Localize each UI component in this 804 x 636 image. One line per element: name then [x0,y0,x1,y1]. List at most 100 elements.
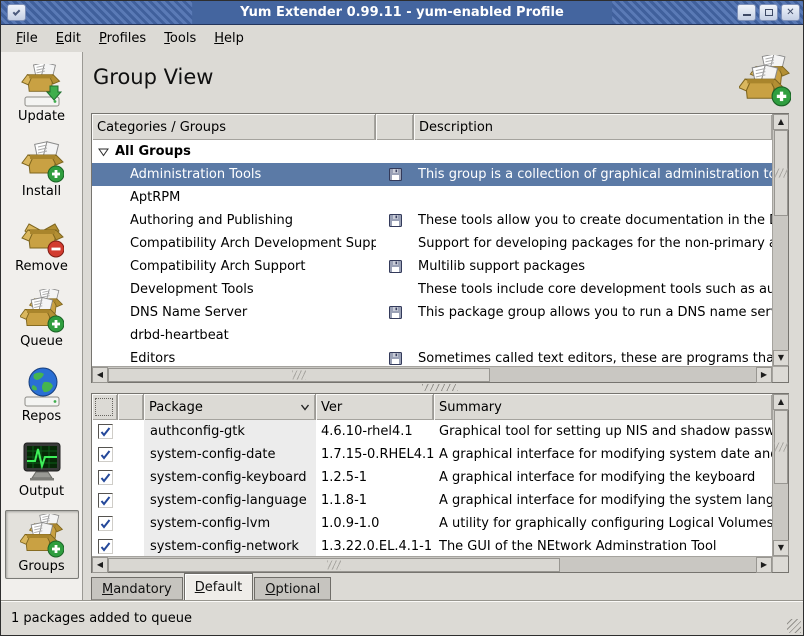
sidebar-item-repos[interactable]: Repos [5,360,79,429]
sidebar-item-queue[interactable]: Queue [5,285,79,354]
check-icon [100,450,111,460]
menu-help[interactable]: Help [205,28,253,49]
minimize-button[interactable] [737,4,756,21]
output-monitor-icon [20,439,64,483]
titlebar[interactable]: Yum Extender 0.99.11 - yum-enabled Profi… [1,1,803,25]
checkbox-checked[interactable] [98,516,113,531]
menu-profiles[interactable]: Profiles [90,28,155,49]
group-row-compat-arch-support[interactable]: Compatibility Arch Support Multilib supp… [92,255,772,278]
scroll-down-icon[interactable]: ▼ [773,350,789,366]
floppy-icon [389,214,402,227]
statusbar: 1 packages added to queue [1,600,803,635]
main-area: Group View Categories / Groups Descripti… [83,52,803,600]
tab-optional[interactable]: Optional [254,577,331,601]
sidebar-item-label: Queue [6,334,78,349]
sidebar-item-groups[interactable]: Groups [5,510,79,579]
package-row-system-config-date[interactable]: system-config-date 1.7.15-0.RHEL4.1 A gr… [92,443,772,466]
group-row-authoring-publishing[interactable]: Authoring and Publishing These tools all… [92,209,772,232]
checkbox-checked[interactable] [98,447,113,462]
scrollbar-thumb[interactable] [108,558,560,572]
column-header-description[interactable]: Description [414,114,772,140]
window-title: Yum Extender 0.99.11 - yum-enabled Profi… [192,1,612,24]
menu-edit[interactable]: Edit [47,28,90,49]
check-icon [100,427,111,437]
column-header-icon[interactable] [376,114,414,140]
package-row-system-config-language[interactable]: system-config-language 1.1.8-1 A graphic… [92,489,772,512]
column-header-package[interactable]: Package [144,394,316,420]
checkbox-checked[interactable] [98,424,113,439]
packages-horizontal-scrollbar[interactable]: ◀ ▶ [92,556,772,572]
column-header-status-icon[interactable] [118,394,144,420]
groups-vertical-scrollbar[interactable]: ▲ ▼ [772,114,788,366]
checkbox-checked[interactable] [98,493,113,508]
pane-resize-handle[interactable] [91,383,789,392]
group-row-editors[interactable]: Editors Sometimes called text editors, t… [92,347,772,366]
check-icon [100,519,111,529]
floppy-icon [389,352,402,365]
menu-tools[interactable]: Tools [155,28,205,49]
grip-icon [422,384,458,391]
group-row-development-tools[interactable]: Development Tools These tools include co… [92,278,772,301]
scrollbar-corner [772,366,788,382]
group-row-dns-name-server[interactable]: DNS Name Server This package group allow… [92,301,772,324]
menu-file[interactable]: File [7,28,47,49]
scroll-up-icon[interactable]: ▲ [773,114,789,130]
checkbox-checked[interactable] [98,470,113,485]
column-header-summary[interactable]: Summary [434,394,772,420]
scrollbar-thumb[interactable] [108,368,490,382]
maximize-icon [765,9,773,16]
group-view-header-icon [739,55,791,107]
scrollbar-thumb[interactable] [774,410,788,484]
column-header-ver[interactable]: Ver [316,394,434,420]
sidebar-item-install[interactable]: Install [5,135,79,204]
expander-open-icon[interactable] [98,147,109,157]
sidebar-item-label: Repos [6,409,78,424]
groups-table-rows: All Groups Administration Tools This gro… [92,140,772,366]
scroll-up-icon[interactable]: ▲ [773,394,789,410]
group-row-aptrpm[interactable]: AptRPM [92,186,772,209]
sidebar-item-update[interactable]: Update [5,60,79,129]
close-button[interactable]: ✕ [781,4,800,21]
scroll-right-icon[interactable]: ▶ [756,367,772,383]
install-box-icon [20,139,64,183]
groups-horizontal-scrollbar[interactable]: ◀ ▶ [92,366,772,382]
tab-mandatory[interactable]: Mandatory [91,577,183,601]
packages-vertical-scrollbar[interactable]: ▲ ▼ [772,394,788,556]
groups-table: Categories / Groups Description All Grou… [91,113,789,383]
group-row-drbd-heartbeat[interactable]: drbd-heartbeat [92,324,772,347]
checkbox-checked[interactable] [98,539,113,554]
sidebar: Update Install Remove [1,52,83,600]
package-row-authconfig-gtk[interactable]: authconfig-gtk 4.6.10-rhel4.1 Graphical … [92,420,772,443]
chevron-down-icon [13,8,21,16]
packages-table-rows: authconfig-gtk 4.6.10-rhel4.1 Graphical … [92,420,772,556]
groups-box-icon [20,514,64,558]
package-row-system-config-keyboard[interactable]: system-config-keyboard 1.2.5-1 A graphic… [92,466,772,489]
check-icon [100,496,111,506]
menubar: File Edit Profiles Tools Help [1,25,803,52]
queue-box-icon [20,289,64,333]
package-row-system-config-lvm[interactable]: system-config-lvm 1.0.9-1.0 A utility fo… [92,512,772,535]
sidebar-item-output[interactable]: Output [5,435,79,504]
sidebar-item-label: Groups [6,559,78,574]
group-row-compat-arch-dev-support[interactable]: Compatibility Arch Development Support S… [92,232,772,255]
scroll-left-icon[interactable]: ◀ [92,557,108,573]
column-header-categories-groups[interactable]: Categories / Groups [92,114,376,140]
tab-default[interactable]: Default [184,573,254,601]
window-menu-button[interactable] [7,4,26,21]
resize-grip-icon[interactable] [787,619,801,633]
scroll-left-icon[interactable]: ◀ [92,367,108,383]
scroll-down-icon[interactable]: ▼ [773,540,789,556]
maximize-button[interactable] [759,4,778,21]
focus-rectangle [95,398,113,416]
group-row-administration-tools[interactable]: Administration Tools This group is a col… [92,163,772,186]
scroll-right-icon[interactable]: ▶ [756,557,772,573]
scrollbar-thumb[interactable] [774,130,788,216]
package-row-system-config-network[interactable]: system-config-network 1.3.22.0.EL.4.1-1 … [92,535,772,556]
groups-table-header: Categories / Groups Description [92,114,772,140]
sidebar-item-remove[interactable]: Remove [5,210,79,279]
column-header-checkbox[interactable] [92,394,118,420]
group-row-all-groups[interactable]: All Groups [92,140,772,163]
app-window: Yum Extender 0.99.11 - yum-enabled Profi… [0,0,804,636]
scrollbar-corner [772,556,788,572]
status-text: 1 packages added to queue [11,611,192,626]
